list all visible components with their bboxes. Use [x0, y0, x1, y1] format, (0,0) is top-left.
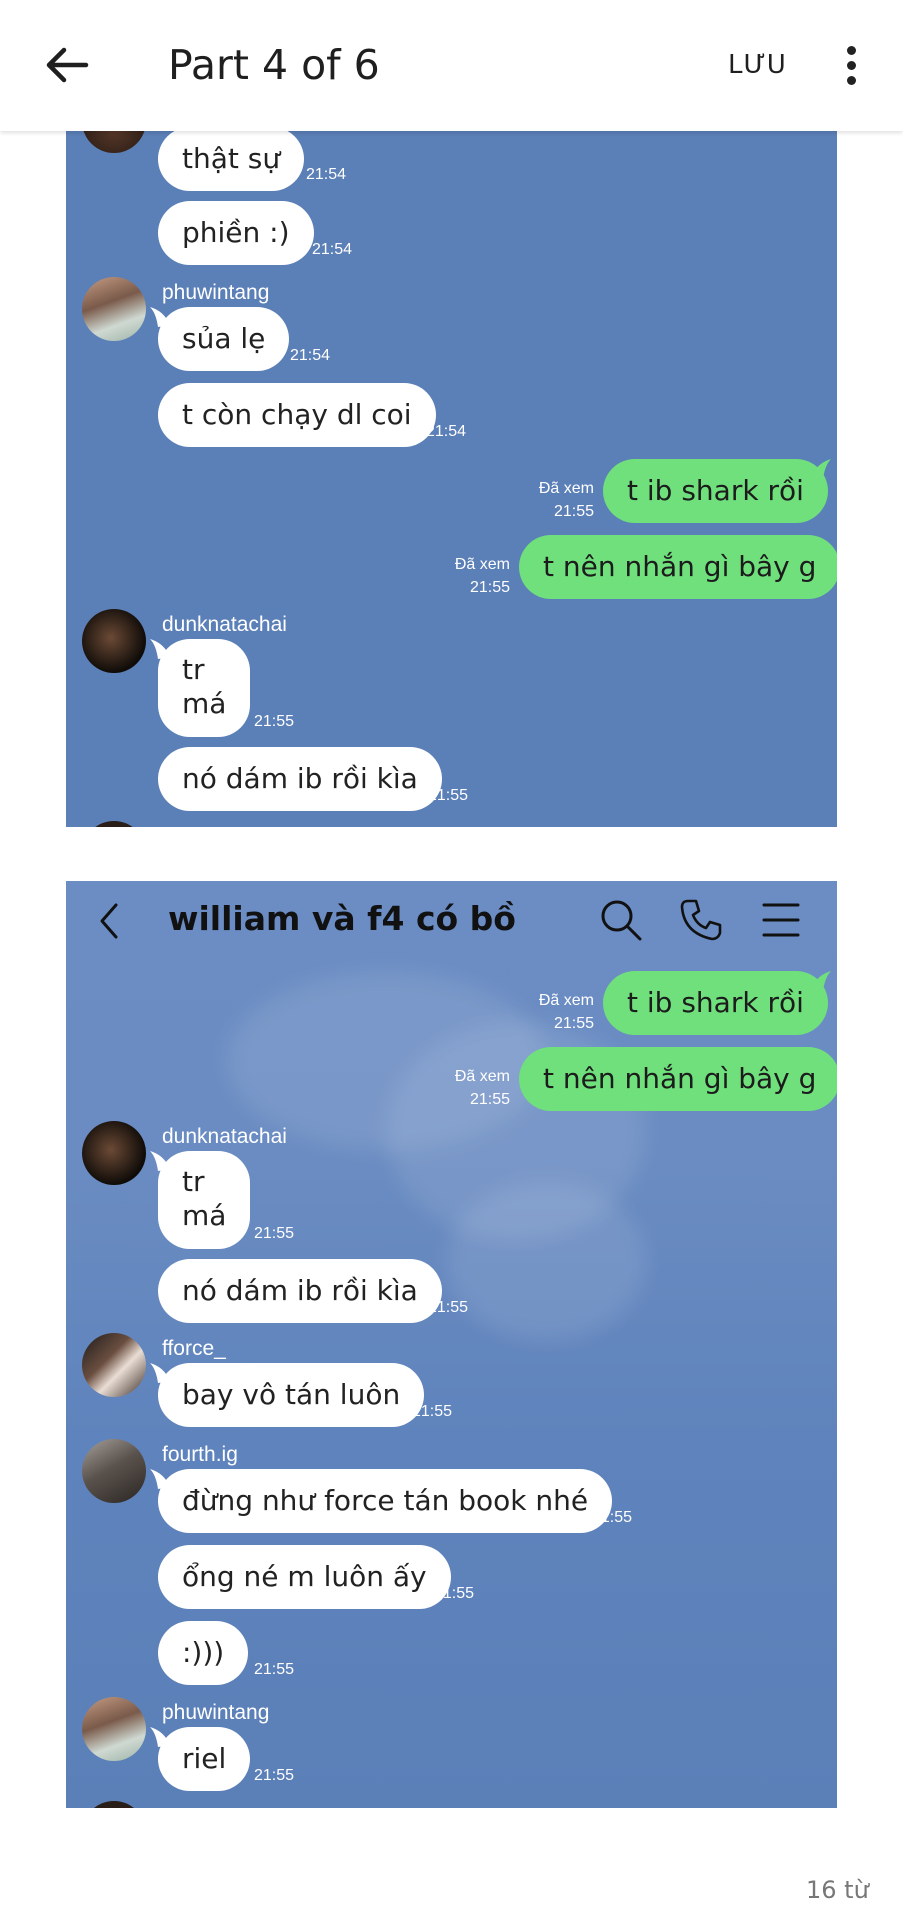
message-line: má — [182, 687, 227, 720]
message-time: 21:55 — [254, 1661, 295, 1678]
message-time: 21:54 — [290, 347, 331, 364]
app-bar: Part 4 of 6 LƯU — [0, 0, 903, 131]
message-bubble: đừng như force tán book nhé — [158, 1469, 613, 1533]
message-time: 21:55 — [553, 1015, 594, 1032]
sender-name: fforce_ — [162, 1337, 226, 1360]
message-bubble: t nên nhắn gì bây g — [519, 535, 837, 599]
message-time: 21:55 — [254, 1225, 295, 1242]
sender-name: dunknatachai — [162, 1125, 287, 1148]
avatar — [82, 131, 146, 153]
message-bubble: thật sự — [158, 131, 305, 191]
message-time: 21:55 — [592, 1509, 633, 1526]
avatar — [82, 1333, 146, 1397]
message-line: má — [182, 1199, 227, 1232]
bubble-tail — [811, 459, 831, 479]
sender-name: phuwintang — [162, 281, 270, 304]
chevron-left-icon[interactable] — [94, 899, 124, 943]
seen-status: Đã xem 21:55 — [514, 989, 594, 1035]
message-bubble: nó dám ib rồi kìa — [158, 1259, 442, 1323]
message-time: 21:55 — [254, 713, 295, 730]
message-time: 21:55 — [469, 1091, 510, 1108]
seen-label: Đã xem — [538, 992, 594, 1009]
seen-label: Đã xem — [454, 1068, 510, 1085]
avatar — [82, 609, 146, 673]
sender-name: fourth.ig — [162, 1443, 238, 1466]
message-bubble: nó dám ib rồi kìa — [158, 747, 442, 811]
seen-status: Đã xem 21:55 — [514, 477, 594, 523]
message-bubble: ổng né m luôn ấy — [158, 1545, 451, 1609]
message-bubble: phiền :) — [158, 201, 314, 265]
avatar — [82, 277, 146, 341]
seen-label: Đã xem — [454, 556, 510, 573]
chat-screenshot-1: thật sự 21:54 phiền :) 21:54 phuwintang … — [66, 131, 837, 827]
avatar — [82, 1439, 146, 1503]
message-time: 21:55 — [254, 1767, 295, 1784]
message-bubble: :))) — [158, 1621, 249, 1685]
sender-name: dunknatachai — [162, 613, 287, 636]
message-time: 21:55 — [428, 1299, 469, 1316]
avatar — [82, 1121, 146, 1185]
chat-header: william và f4 có bồ — [66, 881, 837, 961]
message-bubble: t ib shark rồi — [603, 971, 828, 1035]
avatar — [82, 1801, 146, 1808]
message-bubble: riel — [158, 1727, 251, 1791]
avatar — [82, 821, 146, 827]
message-bubble: t còn chạy dl coi — [158, 383, 436, 447]
page-title: Part 4 of 6 — [168, 41, 380, 89]
message-time: 21:55 — [469, 579, 510, 596]
message-bubble: t ib shark rồi — [603, 459, 828, 523]
seen-status: Đã xem 21:55 — [430, 553, 510, 599]
message-time: 21:54 — [306, 166, 347, 183]
message-bubble: bay vô tán luôn — [158, 1363, 425, 1427]
message-time: 21:55 — [434, 1585, 475, 1602]
message-time: 21:54 — [312, 241, 353, 258]
back-arrow-icon[interactable] — [42, 40, 92, 90]
bubble-tail — [811, 971, 831, 991]
chat-title: william và f4 có bồ — [168, 899, 516, 938]
seen-status: Đã xem 21:55 — [430, 1065, 510, 1111]
message-bubble: sủa lẹ — [158, 307, 290, 371]
message-time: 21:55 — [428, 787, 469, 804]
chat-screenshot-2: william và f4 có bồ Đã xem 21:55 t ib sha… — [66, 881, 837, 1808]
message-time: 21:55 — [412, 1403, 453, 1420]
message-bubble: tr má — [158, 1151, 251, 1249]
message-line: tr — [182, 1165, 205, 1198]
message-bubble: t nên nhắn gì bây g — [519, 1047, 837, 1111]
search-icon[interactable] — [598, 897, 644, 943]
message-line: tr — [182, 653, 205, 686]
sender-name: phuwintang — [162, 1701, 270, 1724]
avatar — [82, 1697, 146, 1761]
word-count: 16 từ — [806, 1876, 869, 1904]
message-bubble: tr má — [158, 639, 251, 737]
seen-label: Đã xem — [538, 480, 594, 497]
message-time: 21:54 — [426, 423, 467, 440]
menu-icon[interactable] — [758, 897, 804, 943]
save-button[interactable]: LƯU — [728, 50, 787, 80]
message-time: 21:55 — [553, 503, 594, 520]
more-options-icon[interactable] — [836, 42, 866, 90]
phone-icon[interactable] — [678, 897, 724, 943]
